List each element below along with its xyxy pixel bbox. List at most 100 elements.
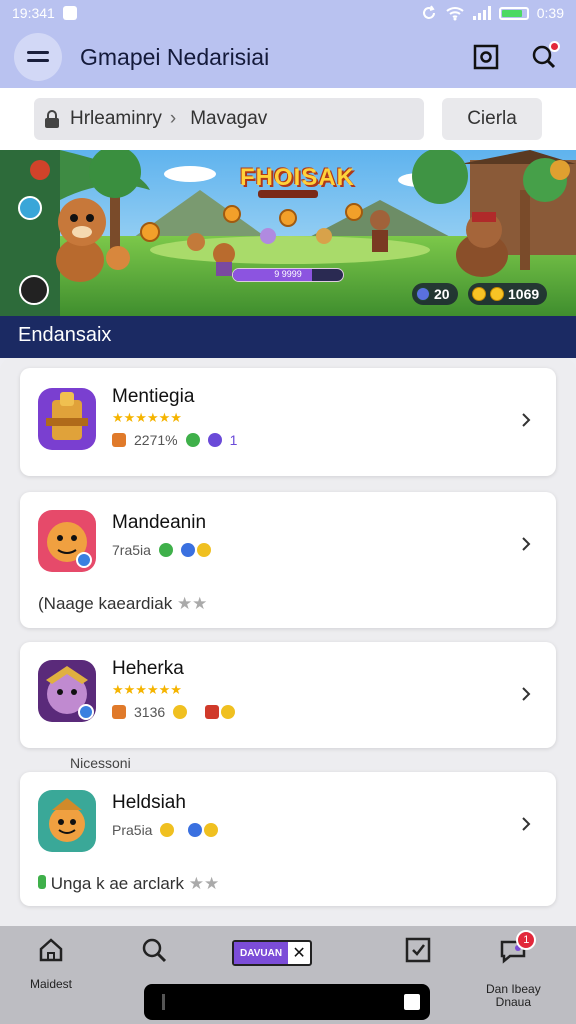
battery-icon	[498, 6, 529, 20]
app-bar: Gmapei Nedarisiai	[0, 26, 576, 88]
notification-icon	[62, 6, 77, 20]
coin-icon	[204, 823, 219, 837]
checkbox-icon	[405, 937, 431, 963]
app-name: Mandeanin	[112, 512, 207, 533]
nav-profile-label-line2: Dnaua	[495, 995, 532, 1009]
app-description-text: Unga k ae arclark	[50, 874, 184, 893]
app-description: Unga k ae arclark ★★	[38, 874, 219, 894]
nav-profile-label: Dan Ibeay Dnaua	[486, 983, 541, 1009]
nav-profile-label-line1: Dan Ibeay	[486, 982, 541, 996]
app-meta: 7ra5ia	[112, 542, 211, 558]
app-description-rating: ★★	[176, 594, 208, 613]
system-gesture-bar	[144, 984, 430, 1020]
home-icon	[39, 938, 63, 962]
nav-center-tab[interactable]: DAVUAN ✕	[232, 940, 313, 966]
section-sublabel: Nicessoni	[70, 755, 131, 771]
coin-icon	[196, 543, 211, 557]
app-title: Gmapei Nedarisiai	[80, 43, 270, 70]
banner-progress-label: 9 9999	[274, 269, 302, 279]
app-description: (Naage kaeardiak ★★	[38, 594, 207, 614]
coin-icon	[490, 287, 504, 301]
gem-counter: 20	[412, 283, 458, 305]
leaf-icon	[38, 875, 46, 889]
app-description-rating: ★★	[188, 874, 220, 893]
scan-icon	[473, 44, 499, 70]
download-icon	[112, 705, 126, 719]
search-icon	[142, 938, 167, 963]
leaf-icon	[158, 543, 173, 557]
nav-profile[interactable]: 1 Dan Ibeay Dnaua	[486, 930, 541, 1009]
breadcrumb-separator: ›	[169, 108, 177, 129]
close-icon[interactable]: ✕	[288, 942, 310, 964]
list-item[interactable]: Heldsiah Pra5ia Unga k ae arclark ★★	[20, 772, 556, 906]
section-header: Endansaix	[0, 316, 576, 358]
sync-icon	[422, 5, 435, 19]
app-icon	[38, 388, 96, 450]
app-rating-stars: ★★★★★★	[112, 410, 182, 425]
app-icon	[38, 510, 96, 572]
coin-icon	[221, 705, 236, 719]
status-battery-text: 0:39	[536, 5, 564, 21]
app-meta: Pra5ia	[112, 822, 219, 838]
app-meta: 2271% 1	[112, 432, 237, 448]
nav-tasks[interactable]	[404, 936, 432, 964]
home-gesture-icon[interactable]	[404, 994, 420, 1010]
signal-icon	[472, 6, 491, 20]
breadcrumb-item[interactable]: Hrleaminry	[70, 108, 162, 130]
chevron-right-icon[interactable]	[518, 536, 534, 552]
nav-center-pill: DAVUAN	[234, 942, 289, 964]
gem-icon	[188, 823, 203, 837]
lock-icon	[45, 110, 59, 128]
scan-button[interactable]	[468, 39, 504, 75]
nav-search[interactable]	[140, 936, 168, 964]
gem-icon	[416, 287, 430, 301]
list-item[interactable]: Mandeanin 7ra5ia (Naage kaeardiak ★★	[20, 492, 556, 628]
game-banner[interactable]: FHOISAK 9 9999 20 1069	[0, 150, 576, 316]
breadcrumb-search[interactable]: Hrleaminry › Mavagav	[34, 98, 424, 140]
gem-count: 20	[434, 286, 450, 302]
app-meta-value: 2271%	[134, 432, 178, 448]
app-description-text: (Naage kaeardiak	[38, 594, 173, 613]
app-icon	[38, 660, 96, 722]
notification-count: 1	[516, 930, 537, 950]
star-icon	[160, 823, 175, 837]
coin-icon	[472, 287, 486, 301]
chat-icon	[207, 433, 222, 447]
hamburger-icon	[27, 51, 49, 62]
nav-home-label: Maidest	[30, 977, 73, 991]
banner-game-logo: FHOISAK	[240, 164, 355, 191]
wifi-icon	[446, 7, 464, 21]
app-list: Mentiegia ★★★★★★ 2271% 1 Mandeanin 7ra5i…	[0, 358, 576, 926]
app-meta-value: Pra5ia	[112, 822, 153, 838]
app-rating-stars: ★★★★★★	[112, 682, 182, 697]
star-icon	[173, 705, 188, 719]
coin-count: 1069	[508, 286, 540, 302]
app-meta-value: 3136	[134, 704, 166, 720]
gem-icon	[180, 543, 195, 557]
nav-home[interactable]: Maidest	[30, 936, 72, 991]
search-action-button[interactable]: Cierla	[442, 98, 542, 140]
profile-icon-wrap: 1	[498, 930, 537, 969]
status-time: 19:341	[12, 5, 55, 21]
back-gesture-icon[interactable]	[162, 994, 165, 1010]
banner-logo-ribbon	[258, 190, 318, 198]
gift-icon	[205, 705, 220, 719]
app-name: Heldsiah	[112, 792, 186, 813]
breadcrumb-item-current[interactable]: Mavagav	[190, 108, 267, 130]
download-icon	[112, 433, 126, 447]
chevron-right-icon[interactable]	[518, 816, 534, 832]
search-notifications-button[interactable]	[526, 39, 562, 75]
app-icon	[38, 790, 96, 852]
app-meta-count: 1	[229, 432, 238, 448]
chevron-right-icon[interactable]	[518, 412, 534, 428]
coin-counter: 1069	[468, 283, 548, 305]
notification-dot	[549, 41, 560, 52]
list-item[interactable]: Mentiegia ★★★★★★ 2271% 1	[20, 368, 556, 476]
leaf-icon	[185, 433, 200, 447]
search-row: Hrleaminry › Mavagav Cierla	[0, 88, 576, 150]
chevron-right-icon[interactable]	[518, 686, 534, 702]
list-item[interactable]: Heherka ★★★★★★ 3136	[20, 642, 556, 748]
app-meta-value: 7ra5ia	[112, 542, 151, 558]
status-bar: 19:341 0:39	[0, 0, 576, 26]
menu-button[interactable]	[14, 33, 62, 81]
